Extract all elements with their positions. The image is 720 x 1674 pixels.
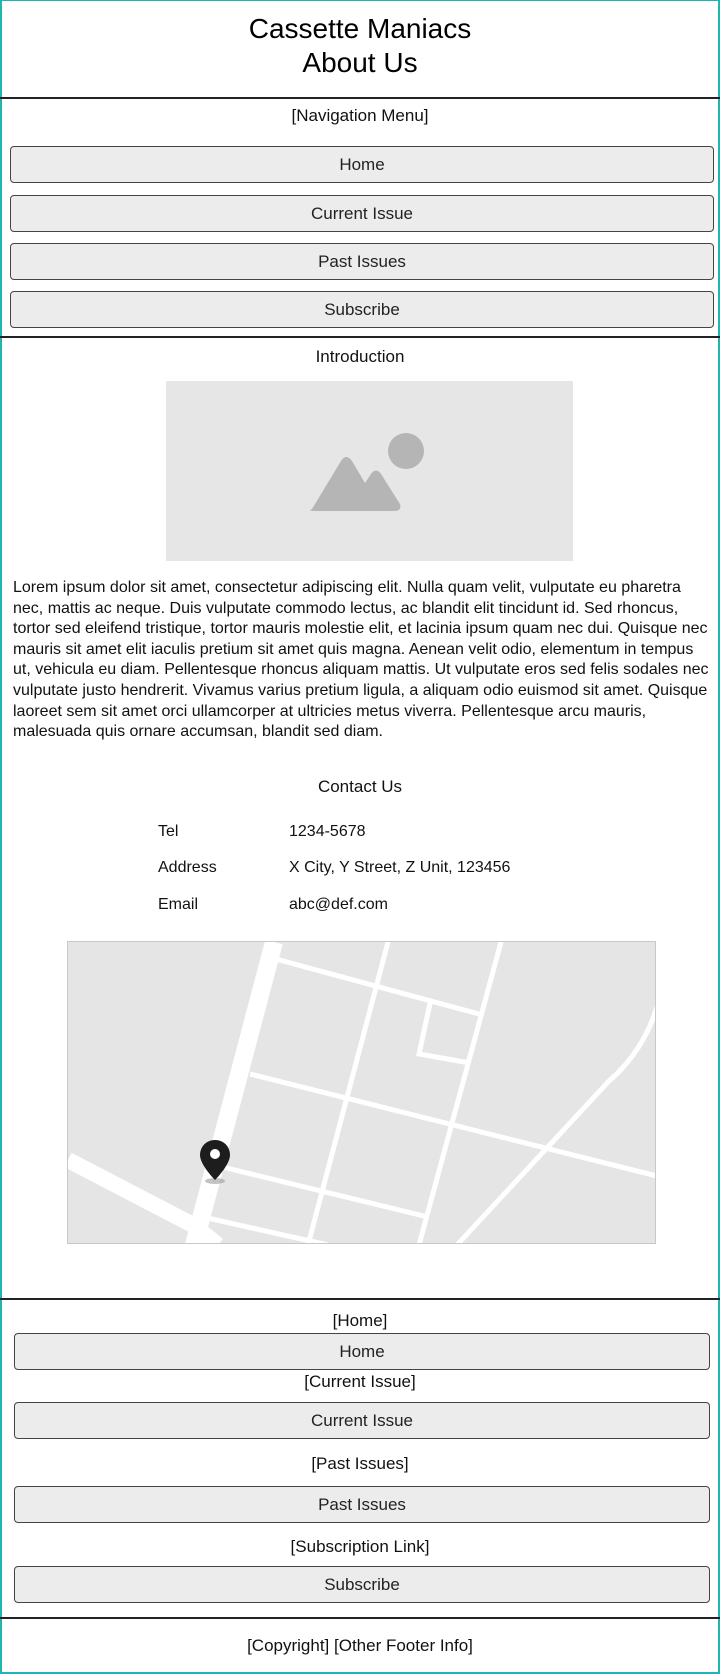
footer-subscription-label: [Subscription Link] <box>290 1537 430 1556</box>
footer-current-issue-button[interactable]: Current Issue <box>14 1402 710 1439</box>
intro-title: Introduction <box>315 347 405 366</box>
intro-body: Lorem ipsum dolor sit amet, consectetur … <box>13 579 709 741</box>
nav-current-issue-button[interactable]: Current Issue <box>10 195 714 232</box>
page-title: About Us <box>302 47 418 78</box>
footer-home-button[interactable]: Home <box>14 1333 710 1370</box>
contact-key: Email <box>158 896 199 913</box>
nav-past-issues-button[interactable]: Past Issues <box>10 243 714 280</box>
contact-key: Address <box>158 859 217 876</box>
contact-value: abc@def.com <box>289 896 388 913</box>
nav-divider <box>0 336 720 338</box>
map-pin-icon <box>200 1140 230 1184</box>
footer-nav-divider <box>0 1298 720 1300</box>
footer-subscribe-button[interactable]: Subscribe <box>14 1566 710 1603</box>
contact-value: 1234-5678 <box>289 823 366 840</box>
contact-key: Tel <box>158 823 179 840</box>
nav-subscribe-button[interactable]: Subscribe <box>10 291 714 328</box>
footer-current-issue-label: [Current Issue] <box>304 1372 416 1391</box>
header-divider <box>0 97 720 99</box>
intro-image <box>166 381 573 561</box>
map-streets <box>68 942 655 1243</box>
contact-title: Contact Us <box>317 777 403 796</box>
footer-past-issues-label: [Past Issues] <box>311 1454 409 1473</box>
location-map[interactable] <box>67 941 656 1244</box>
footer-divider <box>0 1617 720 1619</box>
footer-home-label: [Home] <box>332 1311 388 1330</box>
site-name: Cassette Maniacs <box>248 13 472 44</box>
page-header: Cassette Maniacs About Us <box>0 12 720 80</box>
contact-value: X City, Y Street, Z Unit, 123456 <box>289 859 511 876</box>
nav-label: [Navigation Menu] <box>291 106 429 125</box>
image-placeholder-icon <box>310 433 424 511</box>
footer-copyright: [Copyright] [Other Footer Info] <box>247 1636 473 1655</box>
nav-home-button[interactable]: Home <box>10 146 714 183</box>
footer-past-issues-button[interactable]: Past Issues <box>14 1486 710 1523</box>
